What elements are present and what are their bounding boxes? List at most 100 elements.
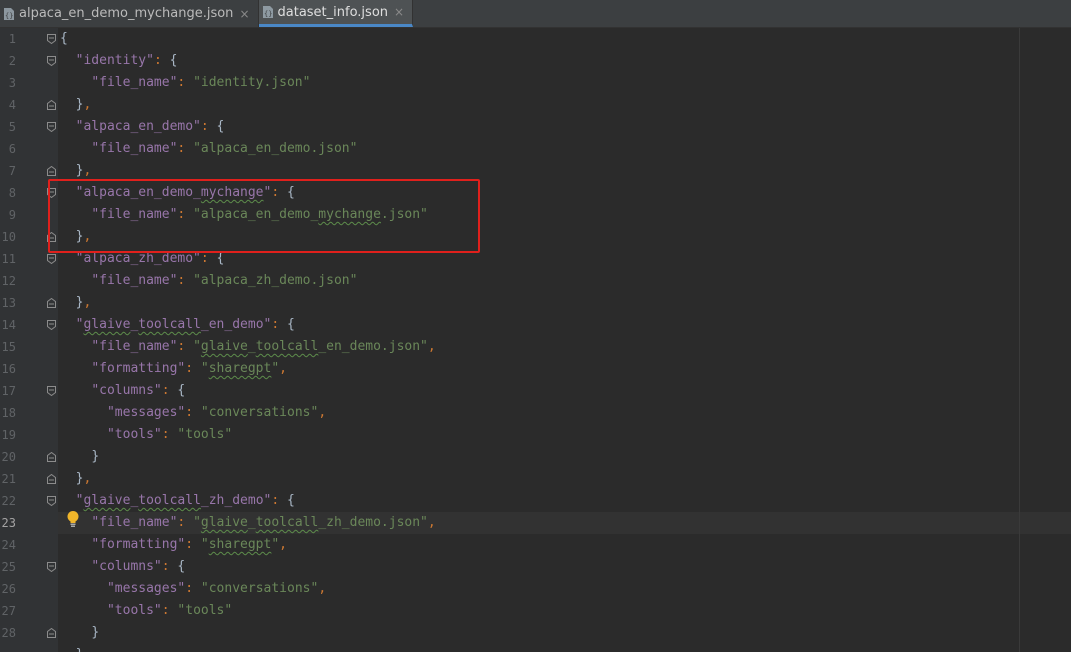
string-part: toolcall: [255, 339, 319, 354]
fold-open-icon[interactable]: [47, 496, 56, 506]
key-part: _zh_demo": [200, 493, 272, 508]
json-key: "file_name": [91, 515, 178, 530]
string-part: _en_demo.json": [318, 339, 428, 354]
json-key: "identity": [75, 53, 154, 68]
key-part: _en_demo": [200, 317, 272, 332]
code-line: "identity": {: [75, 53, 178, 68]
line-number: 24: [1, 538, 16, 552]
string-part: .json": [380, 207, 428, 222]
json-key: "messages": [106, 581, 186, 596]
line-number: 14: [1, 318, 16, 332]
line-number: 16: [1, 362, 16, 376]
fold-open-icon[interactable]: [47, 254, 56, 264]
json-key: "file_name": [91, 273, 178, 288]
string-part: glaive: [200, 515, 248, 530]
fold-open-icon[interactable]: [47, 562, 56, 572]
code-line: "file_name": "identity.json": [91, 75, 311, 90]
code-line: "columns": {: [91, 559, 186, 574]
fold-open-icon[interactable]: [47, 386, 56, 396]
json-string: "sharegpt": [201, 361, 279, 376]
fold-close-icon[interactable]: [47, 166, 56, 176]
json-key: "tools": [106, 427, 162, 442]
fold-close-icon[interactable]: [47, 232, 56, 242]
json-key: "file_name": [91, 339, 178, 354]
fold-close-icon[interactable]: [47, 452, 56, 462]
string-part: ": [200, 361, 209, 376]
line-number: 13: [1, 296, 16, 310]
json-string: "tools": [177, 603, 233, 618]
code-line: "glaive_toolcall_en_demo": {: [75, 317, 295, 332]
string-part: ": [193, 515, 201, 530]
fold-open-icon[interactable]: [47, 122, 56, 132]
json-key: "glaive_toolcall_en_demo": [76, 317, 272, 332]
code-line: },: [75, 97, 92, 112]
json-string: "conversations": [200, 581, 319, 596]
code-line: "formatting": "sharegpt",: [91, 361, 287, 376]
code-line: "messages": "conversations",: [106, 581, 327, 596]
code-line: "messages": "conversations",: [106, 405, 327, 420]
fold-close-icon[interactable]: [47, 100, 56, 110]
json-key: "file_name": [91, 75, 178, 90]
code-line: "alpaca_en_demo_mychange": {: [75, 185, 295, 200]
line-number: 19: [1, 428, 16, 442]
json-string: "glaive_toolcall_en_demo.json": [193, 339, 428, 354]
line-number: 1: [8, 32, 16, 46]
line-number: 17: [1, 384, 16, 398]
line-number: 15: [1, 340, 16, 354]
string-part: sharegpt: [208, 361, 272, 376]
right-margin-guide: [1019, 28, 1020, 652]
line-number: 6: [8, 142, 16, 156]
json-string: "alpaca_en_demo.json": [193, 141, 358, 156]
close-icon[interactable]: ×: [239, 8, 249, 20]
fold-open-icon[interactable]: [47, 34, 56, 44]
line-number: 21: [1, 472, 16, 486]
code-line: "tools": "tools": [106, 427, 233, 442]
json-key: "alpaca_en_demo": [75, 119, 201, 134]
json-string: "identity.json": [193, 75, 311, 90]
line-number-current: 23: [1, 516, 16, 530]
key-part: glaive: [83, 493, 131, 508]
fold-close-icon[interactable]: [47, 628, 56, 638]
code-line: },: [75, 295, 92, 310]
fold-open-icon[interactable]: [47, 320, 56, 330]
tab-alpaca-en-demo-mychange[interactable]: {} alpaca_en_demo_mychange.json ×: [0, 0, 259, 27]
tab-label: alpaca_en_demo_mychange.json: [19, 6, 234, 21]
json-key: "file_name": [91, 207, 178, 222]
json-key: "alpaca_zh_demo": [75, 251, 201, 266]
line-number: 22: [1, 494, 16, 508]
json-key: "columns": [91, 383, 162, 398]
code-line: },: [75, 163, 92, 178]
line-number: 18: [1, 406, 16, 420]
string-part: ": [200, 537, 209, 552]
line-number: 8: [8, 186, 16, 200]
open-brace: {: [60, 31, 68, 46]
json-key: "formatting": [91, 361, 186, 376]
json-key: "alpaca_en_demo_mychange": [76, 185, 272, 200]
code-editor[interactable]: { "identity": { "file_name": "identity.j…: [58, 28, 1071, 652]
fold-close-icon[interactable]: [47, 474, 56, 484]
string-part: mychange: [318, 207, 381, 222]
code-line: },: [75, 471, 92, 486]
string-part: _: [247, 339, 256, 354]
code-line: }: [91, 449, 100, 464]
fold-open-icon[interactable]: [47, 56, 56, 66]
fold-close-icon[interactable]: [47, 298, 56, 308]
code-line: "tools": "tools": [106, 603, 233, 618]
json-key: "formatting": [91, 537, 186, 552]
code-line: "alpaca_zh_demo": {: [75, 251, 225, 266]
close-icon[interactable]: ×: [394, 6, 404, 18]
lightbulb-icon[interactable]: [66, 510, 80, 528]
fold-open-icon[interactable]: [47, 188, 56, 198]
string-part: ": [271, 537, 280, 552]
code-line: },: [75, 229, 92, 244]
code-line: }: [91, 625, 100, 640]
json-string: "alpaca_en_demo_mychange.json": [193, 207, 428, 222]
code-line: "file_name": "alpaca_zh_demo.json": [91, 273, 358, 288]
tab-dataset-info[interactable]: {} dataset_info.json ×: [258, 0, 414, 27]
json-key: "file_name": [91, 141, 178, 156]
string-part: ": [193, 339, 201, 354]
key-part: toolcall: [138, 317, 201, 332]
json-string: "alpaca_zh_demo.json": [193, 273, 358, 288]
string-part: "alpaca_en_demo_: [193, 207, 319, 222]
code-line: "alpaca_en_demo": {: [75, 119, 225, 134]
